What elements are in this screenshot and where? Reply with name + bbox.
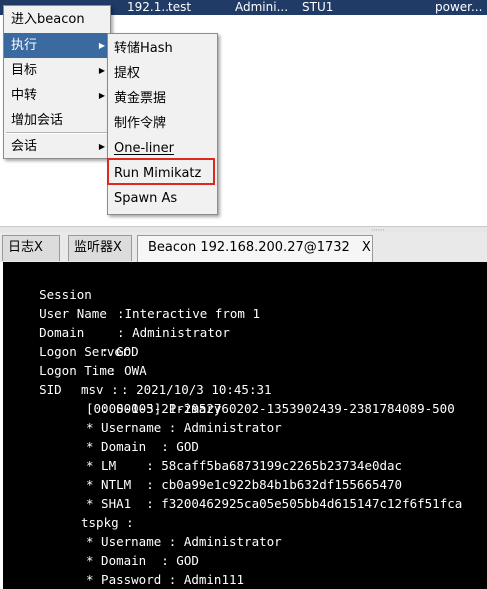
console-line: Domain : GOD [9,304,139,359]
menu-item-interact[interactable]: 进入beacon [4,7,110,32]
tab-close-icon[interactable]: X [113,240,122,255]
console-line: Session :Interactive from 1 [9,266,260,321]
tab-close-icon[interactable]: X [34,240,43,255]
submenu-arrow-icon: ▶ [98,41,105,50]
menu-item-label: 增加会话 [11,113,64,128]
submenu-item-label: One-liner [114,141,174,156]
console-line: User Name : Administrator [9,285,230,340]
beacon-console-output[interactable]: Session :Interactive from 1 User Name : … [3,262,487,589]
menu-item-target[interactable]: 目标 ▶ [4,58,110,83]
console-line: [00000003] Primary [86,401,222,416]
menu-item-execute[interactable]: 执行 ▶ [4,33,110,58]
console-line: SID : S-1-5-21-2952760202-1353902439-238… [9,361,455,416]
tab-event-log[interactable]: 日志X [2,235,60,261]
submenu-item-label: 制作令牌 [114,116,167,131]
tab-label: 监听器 [74,240,114,255]
console-line: * Username : Administrator [86,534,282,549]
menu-item-label: 中转 [11,88,38,103]
session-cell-listener: test [168,0,192,14]
tab-label: Beacon 192.168.200.27@1732 [148,240,350,255]
submenu-item-run-mimikatz[interactable]: Run Mimikatz [108,161,217,186]
submenu-item-one-liner[interactable]: One-liner [108,136,217,161]
console-line: Logon Time : 2021/10/3 10:45:31 [9,342,271,397]
tab-listeners[interactable]: 监听器X [68,235,132,261]
menu-item-label: 会话 [11,139,38,154]
menu-item-pivoting[interactable]: 中转 ▶ [4,83,110,108]
submenu-arrow-icon: ▶ [98,66,105,75]
submenu-arrow-icon: ▶ [98,142,105,151]
console-line: * Username : Administrator [86,420,282,435]
submenu-item-label: 黄金票据 [114,91,167,106]
submenu-item-label: Spawn As [114,191,178,206]
session-cell-process: power... [435,0,483,14]
execute-submenu: 转储Hash 提权 黄金票据 制作令牌 One-liner Run Mimika… [107,33,218,215]
menu-item-session[interactable]: 会话 ▶ [4,134,110,159]
submenu-item-elevate[interactable]: 提权 [108,61,217,86]
console-line: * SHA1 : f3200462925ca05e505bb4d615147c1… [86,496,463,511]
tab-close-icon[interactable]: X [362,240,371,255]
submenu-item-dump-hashes[interactable]: 转储Hash [108,36,217,61]
session-context-menu: 进入beacon 执行 ▶ 目标 ▶ 中转 ▶ 增加会话 会话 ▶ [3,5,111,159]
console-line: * LM : 58caff5ba6873199c2265b23734e0dac [86,458,403,473]
submenu-item-label: Run Mimikatz [114,166,202,181]
tab-bar: 日志X 监听器X Beacon 192.168.200.27@1732 X [0,232,487,262]
console-value: : 2021/10/3 10:45:31 [121,382,272,397]
menu-item-label: 目标 [11,63,38,78]
console-line: * NTLM : cb0a99e1c922b84b1b632df15566547… [86,477,403,492]
console-line: tspkg : [81,515,134,530]
submenu-arrow-icon: ▶ [98,91,105,100]
submenu-item-golden-ticket[interactable]: 黄金票据 [108,86,217,111]
menu-item-label: 执行 [11,38,38,53]
submenu-item-label: 提权 [114,66,141,81]
console-value: : Administrator [117,325,230,340]
menu-item-spawn[interactable]: 增加会话 [4,108,110,133]
session-cell-computer: STU1 [302,0,334,14]
tab-label: 日志 [8,240,35,255]
submenu-item-make-token[interactable]: 制作令牌 [108,111,217,136]
console-value: : OWA [109,363,147,378]
submenu-item-label: 转储Hash [114,41,173,56]
menu-item-label: 进入beacon [11,12,85,27]
console-value: :Interactive from 1 [117,306,260,321]
console-line: * Domain : GOD [86,439,199,454]
tab-beacon[interactable]: Beacon 192.168.200.27@1732 X [137,235,373,262]
console-line: * Domain : GOD [86,553,199,568]
console-line: * Password : Admin111 [86,572,245,587]
session-cell-user: Admini... [235,0,289,14]
console-line: msv : [81,382,119,397]
session-cell-internal-ip: 192.1... [127,0,173,14]
console-label: SID [39,382,62,397]
console-line: Logon Server : OWA [9,323,147,378]
submenu-item-spawn-as[interactable]: Spawn As [108,186,217,211]
